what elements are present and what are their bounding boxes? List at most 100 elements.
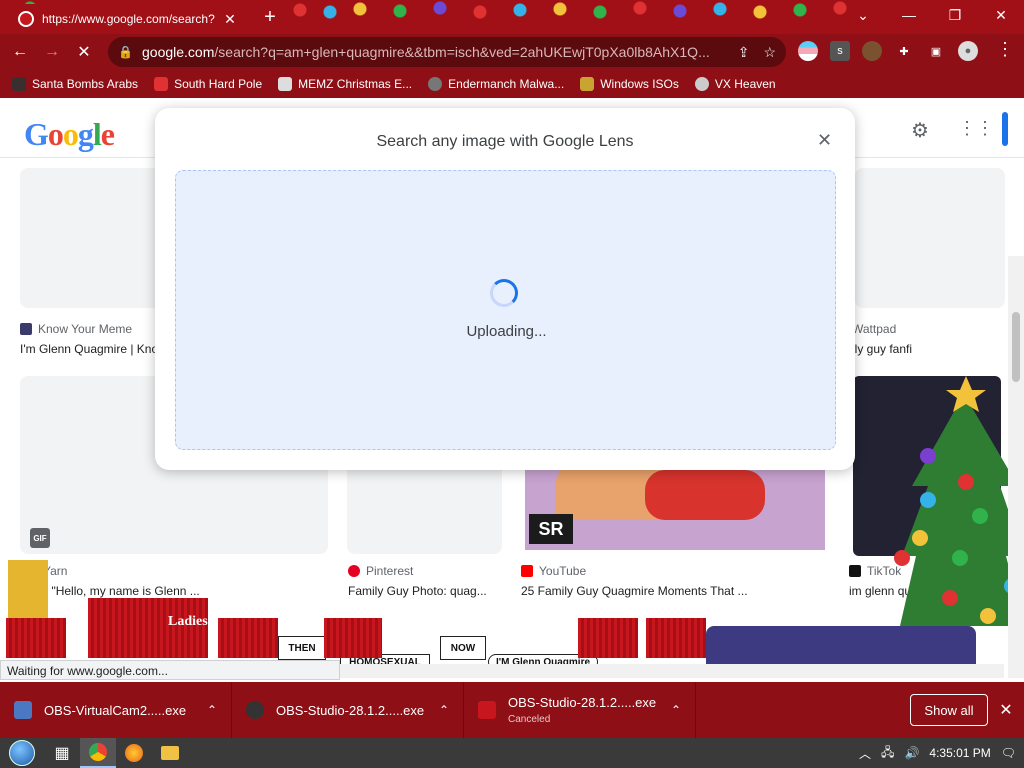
bookmarks-bar: Santa Bombs Arabs South Hard Pole MEMZ C…	[0, 70, 1024, 98]
result-caption[interactable]: ily guy fanfi	[852, 342, 922, 356]
horizontal-scrollbar[interactable]	[340, 664, 1004, 678]
system-tray: ︿ 🖧 🔊 4:35:01 PM 🗨	[859, 738, 1016, 768]
windows-orb-icon	[9, 740, 35, 766]
clock[interactable]: 4:35:01 PM	[929, 746, 990, 760]
bookmark-item[interactable]: Santa Bombs Arabs	[12, 77, 138, 91]
status-bubble: Waiting for www.google.com...	[0, 660, 340, 680]
result-source[interactable]: Wattpad	[852, 322, 896, 336]
youtube-icon	[521, 565, 533, 577]
puzzle-extensions-icon[interactable]: ✚	[894, 41, 914, 61]
file-explorer-icon[interactable]	[152, 738, 188, 768]
chrome-taskbar-icon[interactable]	[80, 738, 116, 768]
address-bar[interactable]: 🔒 google.com/search?q=am+glen+quagmire&&…	[108, 37, 786, 67]
loading-spinner-icon	[490, 279, 518, 307]
s-extension-icon[interactable]: s	[830, 41, 850, 61]
apps-grid-icon[interactable]: ⋮⋮⋮	[958, 118, 1012, 142]
download-item[interactable]: OBS-Studio-28.1.2.....exe ⌃	[232, 682, 464, 738]
result-image[interactable]	[855, 168, 1005, 308]
red-overlay-image	[218, 618, 278, 658]
close-icon[interactable]: ✕	[817, 130, 833, 150]
task-view-icon[interactable]: ▦	[44, 738, 80, 768]
extensions-area: s ✚ ▣ ●	[798, 41, 978, 61]
side-panel-icon[interactable]: ▣	[926, 41, 946, 61]
christmas-tree-image	[894, 376, 1024, 626]
chevron-up-icon[interactable]: ⌃	[439, 703, 449, 717]
notifications-icon[interactable]: 🗨	[1001, 746, 1016, 760]
tab-title: https://www.google.com/search?	[42, 12, 215, 26]
google-logo[interactable]: Google	[24, 116, 115, 153]
lens-drop-area[interactable]: Uploading...	[175, 170, 836, 450]
tab-favicon	[18, 11, 34, 27]
downloads-bar: OBS-VirtualCam2.....exe ⌃ OBS-Studio-28.…	[0, 682, 1024, 738]
network-icon[interactable]: 🖧	[881, 743, 894, 764]
share-icon[interactable]: ⇪	[738, 44, 750, 61]
close-downloads-bar-icon[interactable]: ✕	[996, 700, 1016, 720]
pride-flag-extension-icon[interactable]	[798, 41, 818, 61]
bookmark-item[interactable]: MEMZ Christmas E...	[278, 77, 412, 91]
kebab-menu-icon[interactable]: ⋮	[996, 39, 1014, 60]
result-caption[interactable]: I'm Glenn Quagmire | Kno	[20, 342, 156, 356]
lens-dialog-title: Search any image with Google Lens	[376, 133, 634, 150]
bookmark-item[interactable]: South Hard Pole	[154, 77, 262, 91]
red-overlay-image	[646, 618, 706, 658]
new-tab-button[interactable]: +	[258, 6, 282, 28]
bookmark-item[interactable]: Windows ISOs	[580, 77, 679, 91]
start-button[interactable]	[0, 738, 44, 768]
show-all-button[interactable]: Show all	[910, 694, 988, 726]
title-bar: https://www.google.com/search? ✕ + ⌄ — ❐…	[0, 0, 1024, 34]
volume-icon[interactable]: 🔊	[904, 746, 919, 760]
sr-logo: SR	[529, 514, 573, 544]
close-window-button[interactable]: ✕	[978, 0, 1024, 30]
upload-status: Uploading...	[466, 323, 547, 340]
profile-extension-icon[interactable]	[862, 41, 882, 61]
bookmark-icon	[580, 77, 595, 91]
file-icon	[478, 701, 496, 719]
obs-icon	[246, 701, 264, 719]
result-caption[interactable]: | "Hello, my name is Glenn ...	[45, 584, 215, 598]
download-item[interactable]: OBS-Studio-28.1.2.....exe Canceled ⌃	[464, 682, 696, 738]
bookmark-icon	[428, 77, 443, 91]
result-caption[interactable]: 25 Family Guy Quagmire Moments That ...	[521, 584, 761, 598]
settings-gear-icon[interactable]: ⚙	[908, 118, 932, 142]
bookmark-item[interactable]: Endermanch Malwa...	[428, 77, 564, 91]
google-lens-dialog: Search any image with Google Lens ✕ Uplo…	[155, 108, 855, 470]
result-caption[interactable]: Family Guy Photo: quag...	[348, 584, 498, 598]
red-overlay-image	[6, 618, 66, 658]
browser-toolbar: ← → ✕ 🔒 google.com/search?q=am+glen+quag…	[0, 34, 1024, 70]
bookmark-item[interactable]: VX Heaven	[694, 77, 776, 91]
firefox-taskbar-icon[interactable]	[116, 738, 152, 768]
bookmark-icon	[12, 77, 26, 91]
show-hidden-icons-icon[interactable]: ︿	[859, 745, 871, 762]
download-item[interactable]: OBS-VirtualCam2.....exe ⌃	[0, 682, 232, 738]
gif-badge: GIF	[30, 528, 50, 548]
vertical-scrollbar[interactable]	[1008, 256, 1024, 678]
tab-search-button[interactable]: ⌄	[840, 0, 886, 30]
window-controls: ⌄ — ❐ ✕	[840, 0, 1024, 30]
quagmire-sticker	[8, 560, 48, 620]
profile-avatar-icon[interactable]: ●	[958, 41, 978, 61]
minimize-button[interactable]: —	[886, 0, 932, 30]
red-overlay-image	[324, 618, 382, 658]
result-source[interactable]: YouTube	[521, 564, 586, 578]
sign-in-button-edge[interactable]	[1002, 112, 1008, 146]
chevron-up-icon[interactable]: ⌃	[207, 703, 217, 717]
result-source[interactable]: Know Your Meme	[20, 322, 132, 336]
restore-button[interactable]: ❐	[932, 0, 978, 30]
red-overlay-image: Ladies	[88, 598, 208, 658]
windows-taskbar: ▦ ︿ 🖧 🔊 4:35:01 PM 🗨	[0, 738, 1024, 768]
bookmark-icon	[154, 77, 169, 91]
browser-tab[interactable]: https://www.google.com/search? ✕	[8, 4, 248, 34]
comic-panel: NOW	[440, 636, 486, 660]
tab-close-icon[interactable]: ✕	[222, 11, 238, 28]
download-status: Canceled	[508, 714, 551, 725]
bookmark-star-icon[interactable]: ☆	[763, 44, 776, 61]
result-source[interactable]: Pinterest	[348, 564, 413, 578]
red-overlay-image	[578, 618, 638, 658]
pinterest-icon	[348, 565, 360, 577]
forward-button[interactable]: →	[38, 38, 66, 66]
chevron-up-icon[interactable]: ⌃	[671, 703, 681, 717]
scrollbar-thumb[interactable]	[1012, 312, 1020, 382]
stop-loading-button[interactable]: ✕	[70, 38, 98, 66]
back-button[interactable]: ←	[6, 38, 34, 66]
result-image[interactable]	[20, 168, 170, 308]
